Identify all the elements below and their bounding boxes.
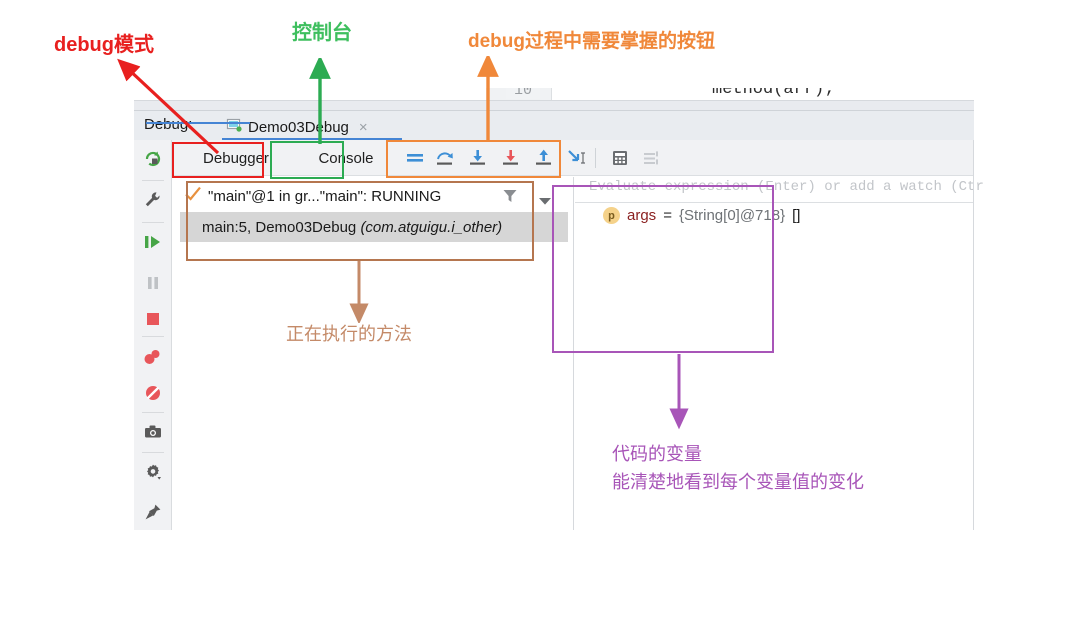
check-icon	[184, 185, 202, 208]
thread-label: "main"@1 in gr..."main": RUNNING	[208, 187, 442, 205]
step-out-icon[interactable]	[527, 140, 561, 176]
variable-value: {String[0]@718}	[678, 207, 786, 224]
force-step-into-icon[interactable]	[494, 140, 528, 176]
filter-icon[interactable]	[502, 188, 518, 209]
show-execution-point-icon[interactable]	[398, 140, 432, 176]
annotation-running-method: 正在执行的方法	[286, 324, 412, 344]
chevron-down-icon[interactable]	[538, 193, 552, 211]
watch-hint[interactable]: Evaluate expression (Enter) or add a wat…	[589, 179, 984, 195]
settings-gear-icon[interactable]	[134, 453, 172, 491]
variables-divider	[575, 202, 974, 203]
view-breakpoints-icon[interactable]	[134, 374, 172, 412]
camera-icon[interactable]	[134, 413, 172, 451]
application-icon	[226, 117, 242, 138]
pin-tab-icon[interactable]	[134, 493, 172, 531]
editor-code-fragment: method(arr);	[712, 88, 835, 99]
rail-divider-3	[142, 336, 164, 337]
annotation-variables-line1: 代码的变量	[612, 444, 702, 464]
step-over-icon[interactable]	[428, 140, 462, 176]
annotation-debug-mode: debug模式	[54, 34, 154, 56]
evaluate-expression-icon[interactable]	[603, 140, 637, 176]
variable-equals: =	[663, 207, 672, 224]
pause-program-icon[interactable]	[134, 264, 172, 302]
debug-header-label: Debug:	[144, 116, 193, 133]
active-tab-underline	[146, 122, 250, 124]
thread-selector[interactable]: "main"@1 in gr..."main": RUNNING	[180, 182, 568, 210]
resume-program-icon[interactable]	[134, 223, 172, 261]
frames-panel: "main"@1 in gr..."main": RUNNING main:5,…	[172, 177, 574, 530]
debug-action-rail	[134, 140, 172, 530]
stop-icon[interactable]	[134, 300, 172, 338]
frame-package-text: (com.atguigu.i_other)	[360, 218, 503, 236]
editor-line-number: 10	[506, 88, 541, 99]
debug-session-tab-title: Demo03Debug	[248, 118, 349, 136]
tab-debugger[interactable]: Debugger	[182, 140, 290, 176]
frame-location-text: main:5, Demo03Debug	[202, 218, 361, 236]
debug-session-tab[interactable]: Demo03Debug ×	[220, 113, 374, 141]
settings-icon[interactable]	[635, 140, 669, 176]
toolbar-divider	[595, 148, 596, 168]
step-into-icon[interactable]	[461, 140, 495, 176]
edit-configuration-icon[interactable]	[134, 181, 172, 219]
parameter-badge-icon: p	[603, 207, 620, 224]
rerun-icon[interactable]	[134, 140, 172, 178]
variable-value-suffix: []	[792, 207, 801, 224]
annotation-step-buttons: debug过程中需要掌握的按钮	[468, 31, 715, 52]
variable-name: args	[627, 207, 657, 224]
annotation-variables: 代码的变量能清楚地看到每个变量值的变化	[612, 440, 864, 496]
annotation-variables-line2: 能清楚地看到每个变量值的变化	[612, 472, 864, 492]
editor-strip: 10 method(arr);	[134, 88, 974, 110]
debugger-tabbar: Debugger Console	[172, 140, 974, 176]
frame-location: main:5, Demo03Debug (com.atguigu.i_other…	[202, 219, 502, 236]
table-row[interactable]: main:5, Demo03Debug (com.atguigu.i_other…	[180, 212, 568, 242]
window-right-border	[973, 140, 974, 530]
mute-breakpoints-icon[interactable]	[134, 338, 172, 376]
close-icon[interactable]: ×	[359, 119, 368, 136]
tab-console[interactable]: Console	[302, 140, 390, 176]
debug-toolwindow-header: Debug: Demo03Debug ×	[134, 110, 974, 140]
list-item[interactable]: p args = {String[0]@718} []	[603, 207, 800, 224]
editor-strip-base	[134, 100, 974, 110]
annotation-console: 控制台	[292, 22, 352, 44]
run-to-cursor-icon[interactable]	[560, 140, 594, 176]
